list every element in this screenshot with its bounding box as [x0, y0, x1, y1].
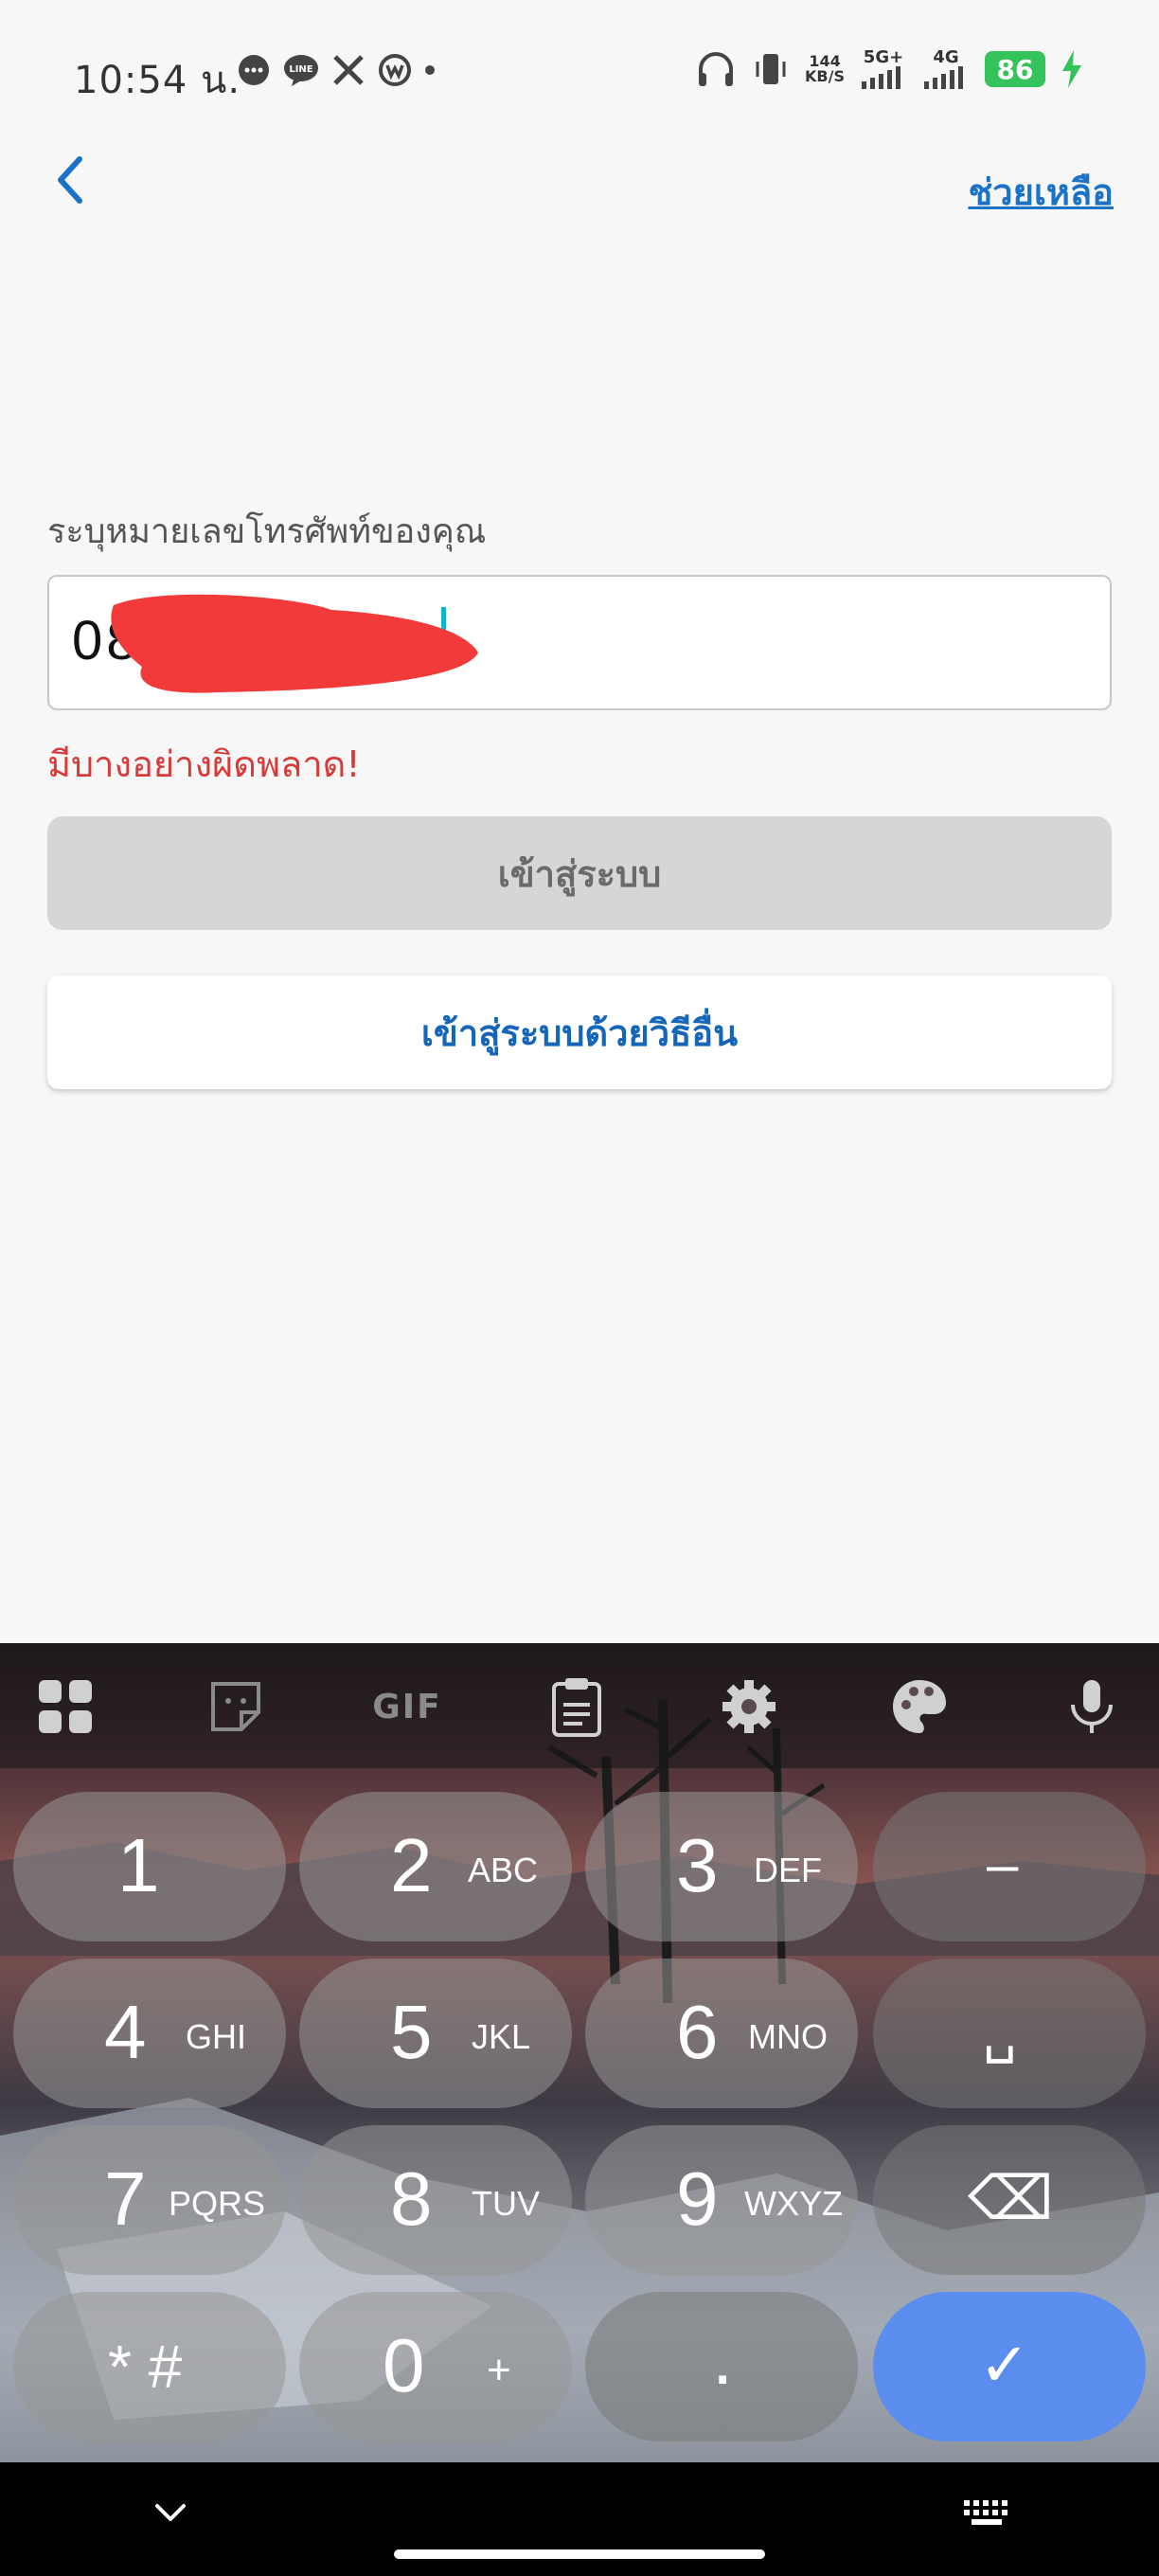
key-digit: 3 — [676, 1823, 719, 1907]
key-digit: 7 — [104, 2156, 147, 2241]
key-3[interactable]: 3 DEF — [585, 1792, 858, 1941]
confirm-key[interactable]: ✓ — [873, 2292, 1146, 2442]
signal-4g: 4G — [922, 49, 970, 89]
notification-icons: LINE — [237, 53, 436, 87]
login-button[interactable]: เข้าสู่ระบบ — [47, 816, 1112, 930]
key-letters: JKL — [472, 2017, 531, 2056]
key-period[interactable]: . — [585, 2292, 858, 2442]
keyboard-toolbar: GIF — [0, 1643, 1159, 1768]
key-digit: ␣ — [983, 2003, 1017, 2063]
key-letters: PQRS — [169, 2184, 266, 2223]
svg-text:LINE: LINE — [289, 64, 312, 75]
wavve-icon — [377, 53, 413, 87]
network-type-label: 4G — [933, 47, 959, 67]
backspace-icon: ⌫ — [968, 2164, 1054, 2232]
key-0[interactable]: 0 + — [299, 2292, 572, 2442]
line-icon: LINE — [282, 53, 320, 87]
gif-label: GIF — [372, 1687, 442, 1726]
redaction-mark — [111, 594, 478, 693]
key-letters: TUV — [472, 2184, 540, 2223]
network-type-label: 5G+ — [863, 47, 904, 67]
navigation-bar — [0, 2462, 1159, 2576]
check-icon: ✓ — [979, 2331, 1030, 2399]
help-link[interactable]: ช่วยเหลือ — [968, 163, 1114, 221]
phone-label: ระบุหมายเลขโทรศัพท์ของคุณ — [47, 512, 487, 551]
key-6[interactable]: 6 MNO — [585, 1959, 858, 2108]
palette-icon[interactable] — [884, 1672, 954, 1742]
sticker-icon[interactable] — [201, 1672, 271, 1742]
key-digit: . — [712, 2316, 734, 2400]
key-digit: 0 — [383, 2323, 425, 2407]
key-digit: * # — [108, 2333, 183, 2401]
clipboard-icon[interactable] — [542, 1672, 612, 1742]
network-speed: 144 KB/S — [805, 54, 845, 84]
clock: 10:54 น. — [74, 59, 241, 102]
battery-icon: 86 — [985, 51, 1045, 87]
signal-icon — [922, 66, 970, 89]
key-5[interactable]: 5 JKL — [299, 1959, 572, 2108]
gif-button[interactable]: GIF — [369, 1672, 445, 1742]
key-letters: WXYZ — [744, 2184, 843, 2223]
key-letters: ABC — [468, 1851, 539, 1889]
home-indicator[interactable] — [394, 2549, 765, 2559]
numeric-keyboard: GIF 1 2 ABC 3 DEF – 4 GHI 5 JKL 6 MNO ␣ … — [0, 1643, 1159, 2462]
key-space[interactable]: ␣ — [873, 1959, 1146, 2108]
key-digit: 4 — [104, 1990, 147, 2074]
key-star-hash[interactable]: * # — [13, 2292, 286, 2442]
key-digit: 6 — [676, 1990, 719, 2074]
error-message: มีบางอย่างผิดพลาด! — [47, 743, 361, 785]
key-4[interactable]: 4 GHI — [13, 1959, 286, 2108]
mic-icon[interactable] — [1057, 1672, 1127, 1742]
key-digit: 9 — [676, 2156, 719, 2241]
backspace-key[interactable]: ⌫ — [873, 2125, 1146, 2275]
back-button[interactable] — [47, 152, 123, 208]
key-8[interactable]: 8 TUV — [299, 2125, 572, 2275]
message-icon — [237, 53, 271, 87]
hide-keyboard-button[interactable] — [152, 2498, 189, 2527]
key-digit: 2 — [390, 1823, 433, 1907]
key-9[interactable]: 9 WXYZ — [585, 2125, 858, 2275]
system-icons: 144 KB/S 5G+ 4G 86 — [695, 49, 1083, 89]
x-icon — [331, 53, 366, 87]
gear-icon[interactable] — [714, 1672, 784, 1742]
key-letters: + — [487, 2347, 511, 2393]
key-letters: DEF — [754, 1851, 822, 1889]
key-1[interactable]: 1 — [13, 1792, 286, 1941]
signal-icon — [860, 66, 907, 89]
dot-icon — [424, 64, 436, 76]
key-2[interactable]: 2 ABC — [299, 1792, 572, 1941]
key-letters: GHI — [186, 2017, 247, 2056]
other-login-button[interactable]: เข้าสู่ระบบด้วยวิธีอื่น — [47, 975, 1112, 1089]
key-digit: – — [987, 1833, 1019, 1896]
charging-icon — [1061, 50, 1083, 88]
key-digit: 8 — [390, 2156, 433, 2241]
vibrate-icon — [752, 50, 790, 88]
apps-icon[interactable] — [30, 1672, 100, 1742]
headphones-icon — [695, 50, 737, 88]
keyboard-switch-icon[interactable] — [962, 2498, 1011, 2529]
key-dash[interactable]: – — [873, 1792, 1146, 1941]
key-7[interactable]: 7 PQRS — [13, 2125, 286, 2275]
key-letters: MNO — [748, 2017, 828, 2056]
key-digit: 5 — [390, 1990, 433, 2074]
signal-5g: 5G+ — [860, 49, 907, 89]
status-bar: 10:54 น. LINE 144 KB/S 5G+ 4G 86 — [0, 0, 1159, 152]
phone-input[interactable]: 08 27 — [47, 575, 1112, 710]
chevron-left-icon — [47, 152, 95, 208]
network-speed-unit: KB/S — [805, 67, 845, 85]
key-digit: 1 — [117, 1823, 160, 1907]
